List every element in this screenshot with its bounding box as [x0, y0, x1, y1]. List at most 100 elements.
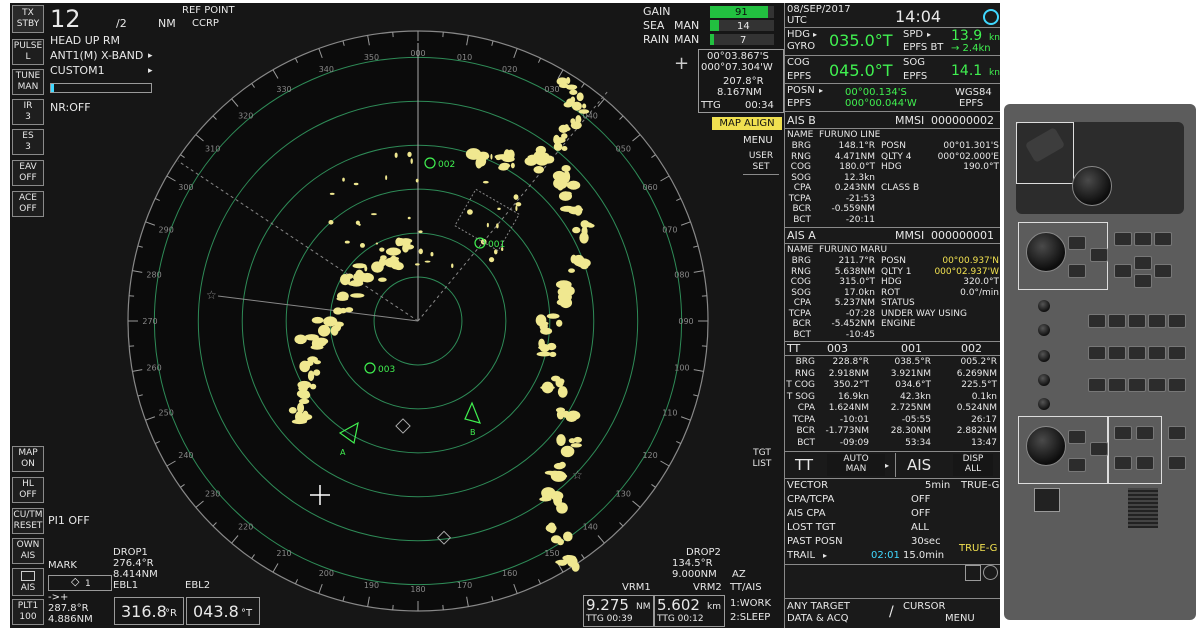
ais-disp-button[interactable]: DISP ALL	[953, 454, 993, 476]
extra-knob[interactable]	[1038, 398, 1050, 410]
ebl-off-key[interactable]	[1068, 458, 1086, 472]
cancel-key[interactable]	[1154, 264, 1172, 278]
ac-rain-knob[interactable]	[1038, 350, 1050, 362]
mode-key-5[interactable]	[1168, 314, 1186, 328]
tgt-cancel-key[interactable]	[1154, 232, 1172, 246]
work-mode[interactable]: 1:WORK	[730, 599, 771, 609]
sog-label[interactable]: SOG	[903, 58, 925, 68]
ebl2-readout[interactable]: 043.8 °T	[186, 597, 260, 625]
ais-b-cell: COG	[790, 162, 811, 172]
mode-key-1[interactable]	[1088, 314, 1106, 328]
acq-key[interactable]	[1114, 232, 1132, 246]
radar-echo	[395, 237, 403, 247]
trail-value[interactable]: 15.0min	[903, 551, 944, 561]
vrm-key[interactable]	[1090, 248, 1108, 262]
mark-button[interactable]: ◇ 1	[48, 575, 112, 591]
ais-a-row: TCPA -07:28 UNDER WAY USING	[785, 309, 1000, 320]
posn-label[interactable]: POSN	[787, 86, 815, 96]
alarm-ack-key[interactable]	[1168, 456, 1186, 470]
cog-label[interactable]: COG	[787, 58, 810, 68]
stby-tx-key[interactable]	[1168, 426, 1186, 440]
list-icon[interactable]	[965, 565, 981, 581]
radar-echo	[557, 183, 564, 191]
ais-a-cell: 00°00.937'N	[942, 256, 999, 266]
radar-echo	[573, 436, 583, 443]
mode-key-6[interactable]	[1088, 346, 1106, 360]
bearing-label: 230	[205, 489, 220, 498]
vrm2-readout[interactable]: 5.602 km TTG 00:12	[654, 595, 725, 627]
ais-a-mmsi: 000000001	[931, 229, 994, 242]
vrm-knob[interactable]	[1026, 232, 1066, 272]
mode-key-13[interactable]	[1128, 378, 1146, 392]
bearing-label: 170	[457, 581, 472, 590]
range-plus-key[interactable]	[1134, 256, 1152, 270]
radar-echo	[576, 92, 584, 102]
ebl-on-key[interactable]	[1068, 430, 1086, 444]
gain-knob[interactable]	[1038, 300, 1050, 312]
mode-key-3[interactable]	[1128, 314, 1146, 328]
hdg-label[interactable]: HDG	[787, 30, 810, 40]
radar-echo	[533, 166, 545, 174]
menu-key[interactable]	[1114, 264, 1132, 278]
mode-key-11[interactable]	[1088, 378, 1106, 392]
no-entry-icon[interactable]	[983, 565, 998, 580]
mode-key-14[interactable]	[1148, 378, 1166, 392]
posn-lat: 00°00.134'S	[845, 87, 907, 98]
mode-key-15[interactable]	[1168, 378, 1186, 392]
tgt-data-key[interactable]	[1134, 232, 1152, 246]
ac-sea-knob[interactable]	[1038, 324, 1050, 336]
mode-key-9[interactable]	[1148, 346, 1166, 360]
ais-a-cell: HDG	[881, 277, 902, 287]
past-posn-value[interactable]: 30sec	[911, 537, 941, 547]
power-icon[interactable]	[983, 9, 999, 25]
tt-col-001: 001	[901, 342, 922, 355]
mode-key-12[interactable]	[1108, 378, 1126, 392]
ais-b-cell: BCR	[792, 204, 811, 214]
radar-echo	[556, 319, 563, 327]
lost-tgt-value[interactable]: ALL	[911, 523, 929, 533]
ais-cpa-value[interactable]: OFF	[911, 509, 930, 519]
brill-knob[interactable]	[1038, 374, 1050, 386]
mode-key-4[interactable]	[1148, 314, 1166, 328]
vrm1-readout[interactable]: 9.275 NM TTG 00:39	[583, 595, 654, 627]
trackball[interactable]	[1072, 166, 1112, 206]
vrm2-label: VRM2	[693, 582, 722, 593]
cpa-tcpa-value[interactable]: OFF	[911, 495, 930, 505]
radar-echo	[415, 263, 420, 266]
tt-cell: 28.30NM	[890, 426, 931, 436]
trail-label[interactable]: TRAIL	[787, 551, 815, 561]
tt-col-003: 003	[827, 342, 848, 355]
f3-key[interactable]	[1114, 456, 1132, 470]
pi1-status[interactable]: PI1 OFF	[48, 515, 90, 526]
cursor-menu-label[interactable]: MENU	[945, 614, 975, 624]
spd-label[interactable]: SPD	[903, 30, 923, 40]
ais-b-cell: HDG	[881, 162, 902, 172]
vector-time[interactable]: 5min	[925, 481, 950, 491]
mode-key-2[interactable]	[1108, 314, 1126, 328]
ebl-key[interactable]	[1090, 442, 1108, 456]
tt-row: T COG 350.2°T 034.6°T 225.5°T	[785, 380, 1000, 392]
tt-ais-label[interactable]: TT/AIS	[730, 583, 762, 593]
range-minus-key[interactable]	[1134, 274, 1152, 288]
on-key[interactable]	[1068, 236, 1086, 250]
ebl1-readout[interactable]: 316.8 °R	[114, 597, 184, 625]
vector-mode[interactable]: TRUE-G	[961, 481, 999, 491]
tt-auto-man-button[interactable]: AUTO MAN	[827, 454, 885, 476]
bearing-label: 270	[142, 317, 157, 326]
mode-key-7[interactable]	[1108, 346, 1126, 360]
past-posn-mode[interactable]: TRUE-G	[959, 544, 997, 554]
radar-echo	[541, 381, 554, 394]
radar-echo	[371, 261, 384, 273]
sleep-mode[interactable]: 2:SLEEP	[730, 613, 770, 623]
f4-key[interactable]	[1136, 456, 1154, 470]
radar-echo	[540, 327, 553, 335]
tt-cell: 16.9kn	[838, 391, 869, 402]
ais-a-cell: BCT	[793, 329, 811, 340]
radar-echo	[418, 248, 423, 255]
mode-key-10[interactable]	[1168, 346, 1186, 360]
mode-key-8[interactable]	[1128, 346, 1146, 360]
off-key[interactable]	[1068, 264, 1086, 278]
f1-key[interactable]	[1114, 426, 1132, 440]
ebl-knob[interactable]	[1026, 426, 1066, 466]
f2-key[interactable]	[1136, 426, 1154, 440]
